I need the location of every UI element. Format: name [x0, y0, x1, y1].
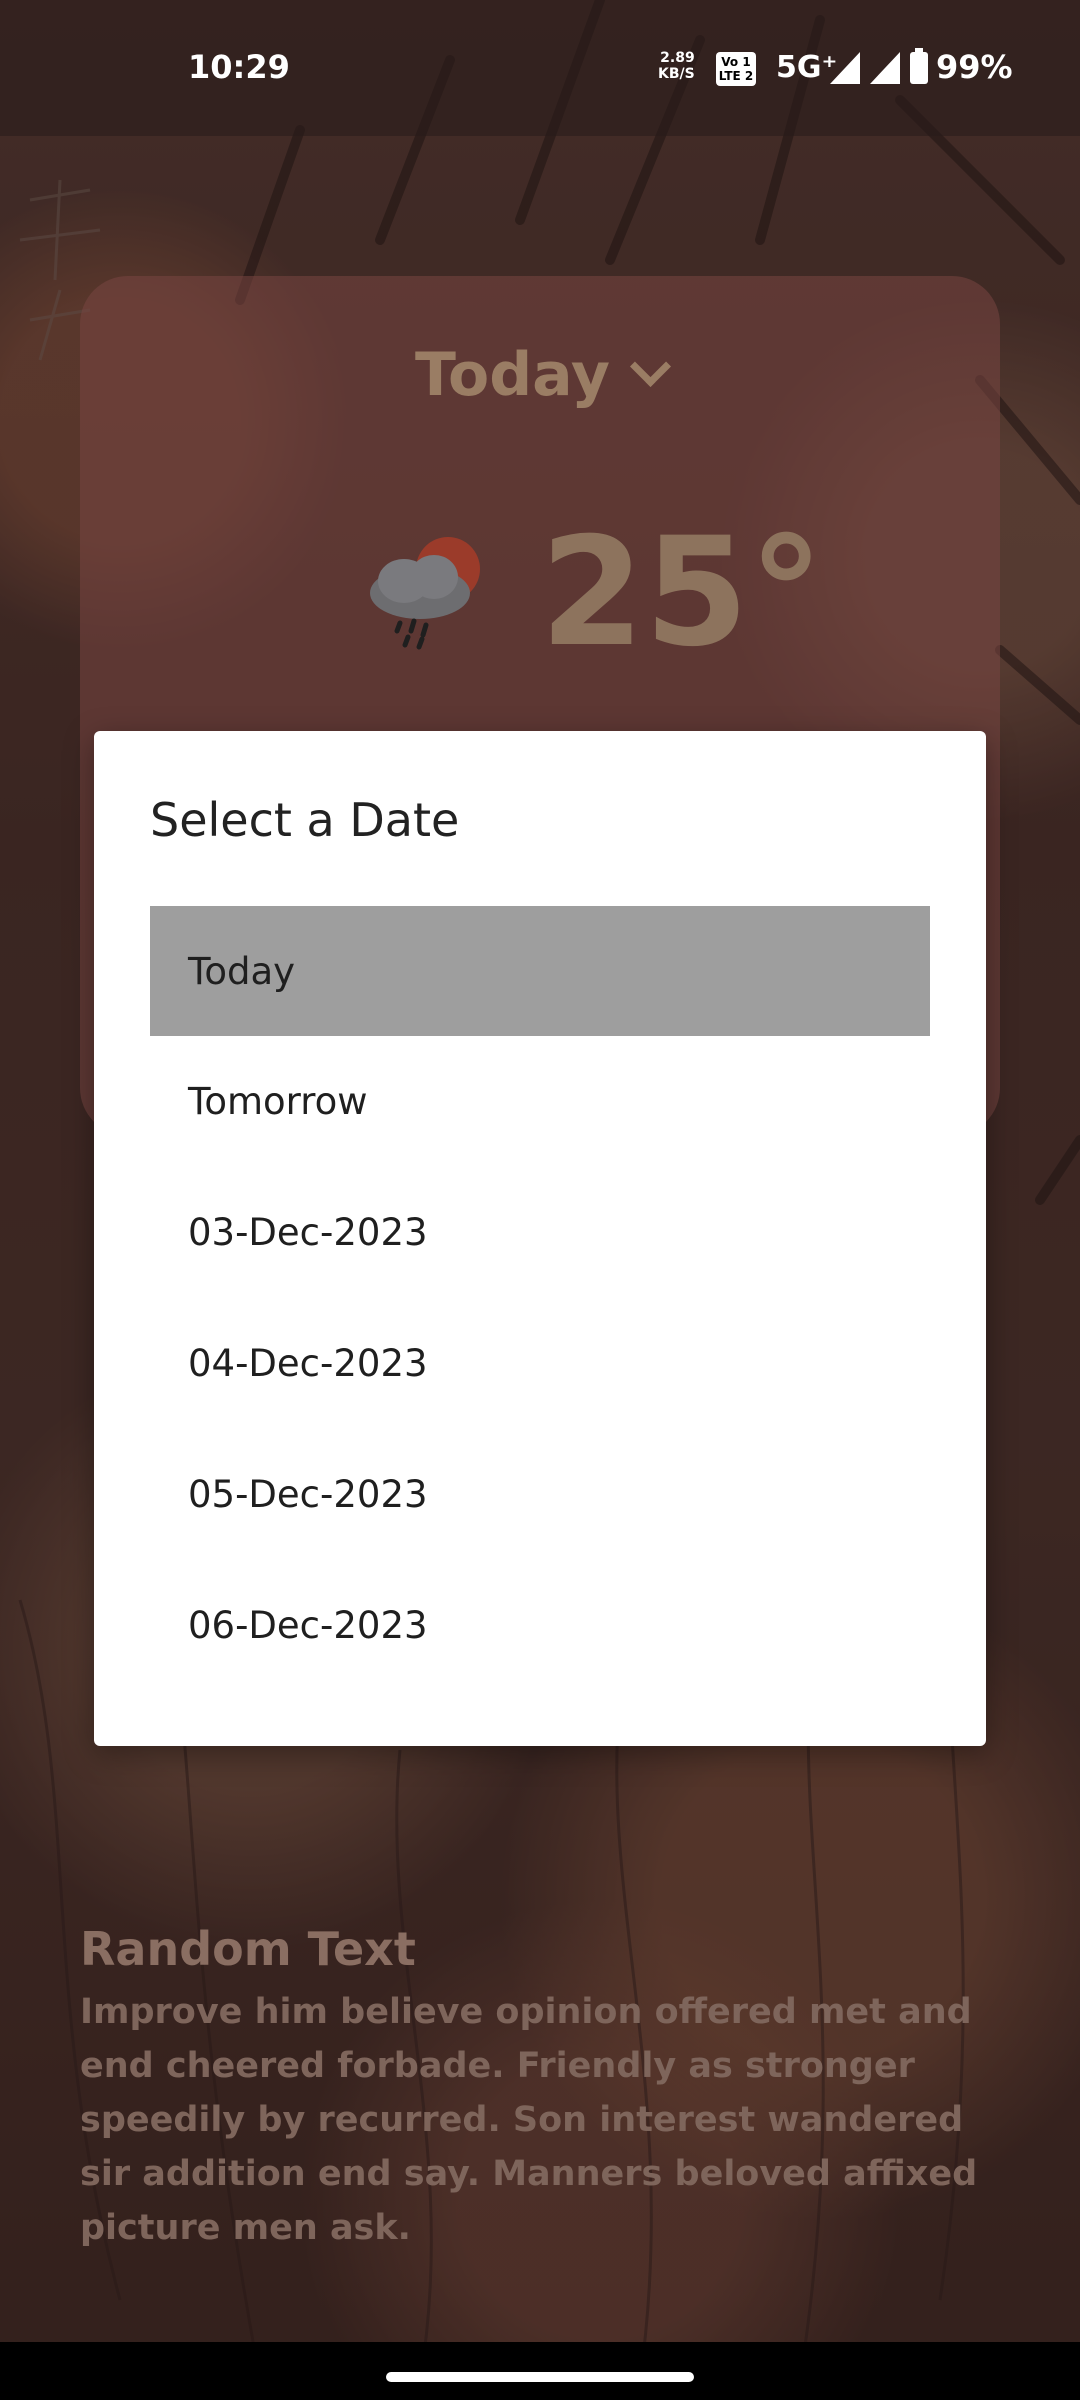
random-text-title: Random Text	[80, 1922, 416, 1976]
temperature-value: 25°	[540, 506, 824, 680]
date-option-label: 04-Dec-2023	[188, 1341, 428, 1385]
network-speed-value: 2.89	[660, 50, 695, 66]
volte-icon: Vo 1 LTE 2	[716, 52, 756, 86]
date-option-label: Today	[188, 949, 296, 993]
network-speed-unit: KB/S	[658, 66, 695, 82]
date-option-label: 05-Dec-2023	[188, 1472, 428, 1516]
date-option-today[interactable]: Today	[150, 906, 930, 1036]
network-type: 5G⁺	[776, 50, 838, 85]
signal-icon	[830, 52, 860, 84]
network-speed: 2.89 KB/S	[658, 50, 695, 82]
date-option-05-dec[interactable]: 05-Dec-2023	[150, 1429, 930, 1559]
chevron-down-icon	[629, 345, 671, 388]
status-bar: 10:29 2.89 KB/S Vo 1 LTE 2 5G⁺ 99%	[0, 0, 1080, 136]
date-option-label: Tomorrow	[188, 1079, 368, 1123]
date-option-tomorrow[interactable]: Tomorrow	[150, 1036, 930, 1166]
random-text-body: Improve him believe opinion offered met …	[80, 1992, 978, 2248]
date-option-label: 03-Dec-2023	[188, 1210, 428, 1254]
date-option-06-dec[interactable]: 06-Dec-2023	[150, 1560, 930, 1690]
battery-icon	[910, 48, 928, 84]
battery-percent: 99%	[936, 48, 1013, 86]
home-gesture-handle[interactable]	[386, 2372, 694, 2382]
volte-top-label: Vo 1	[721, 55, 751, 69]
select-date-dialog: Select a Date Today Tomorrow 03-Dec-2023…	[94, 731, 986, 1746]
status-time: 10:29	[188, 48, 290, 86]
signal-icon	[870, 52, 900, 84]
volte-bottom-label: LTE 2	[718, 69, 754, 83]
day-selector-label: Today	[415, 340, 610, 410]
date-option-label: 06-Dec-2023	[188, 1603, 428, 1647]
rain-cloud-sun-icon	[370, 537, 480, 650]
navigation-bar	[0, 2342, 1080, 2400]
dialog-title: Select a Date	[150, 793, 460, 847]
date-option-04-dec[interactable]: 04-Dec-2023	[150, 1298, 930, 1428]
date-option-03-dec[interactable]: 03-Dec-2023	[150, 1167, 930, 1297]
day-selector[interactable]: Today	[80, 340, 1000, 410]
